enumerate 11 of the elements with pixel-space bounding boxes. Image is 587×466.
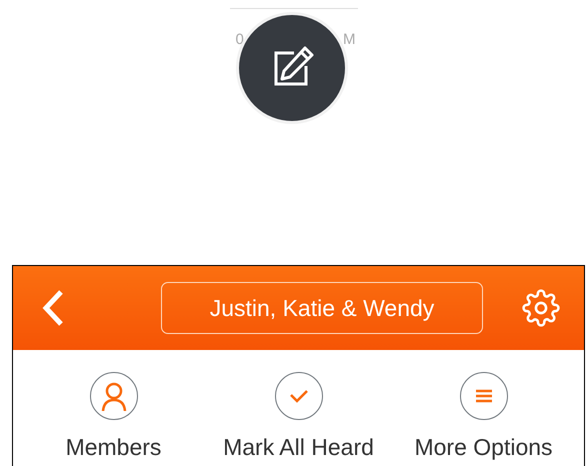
menu-icon [474,389,492,403]
settings-button[interactable] [522,289,560,327]
back-icon [41,288,65,328]
timestamp-text: M [343,31,356,48]
person-icon [100,381,128,411]
settings-icon [522,289,560,327]
check-icon [288,389,308,403]
action-button[interactable]: More Options [391,372,576,461]
action-button[interactable]: Mark All Heard [206,372,391,461]
timestamp-text: 0 [236,31,244,48]
action-button[interactable]: Members [21,372,206,461]
